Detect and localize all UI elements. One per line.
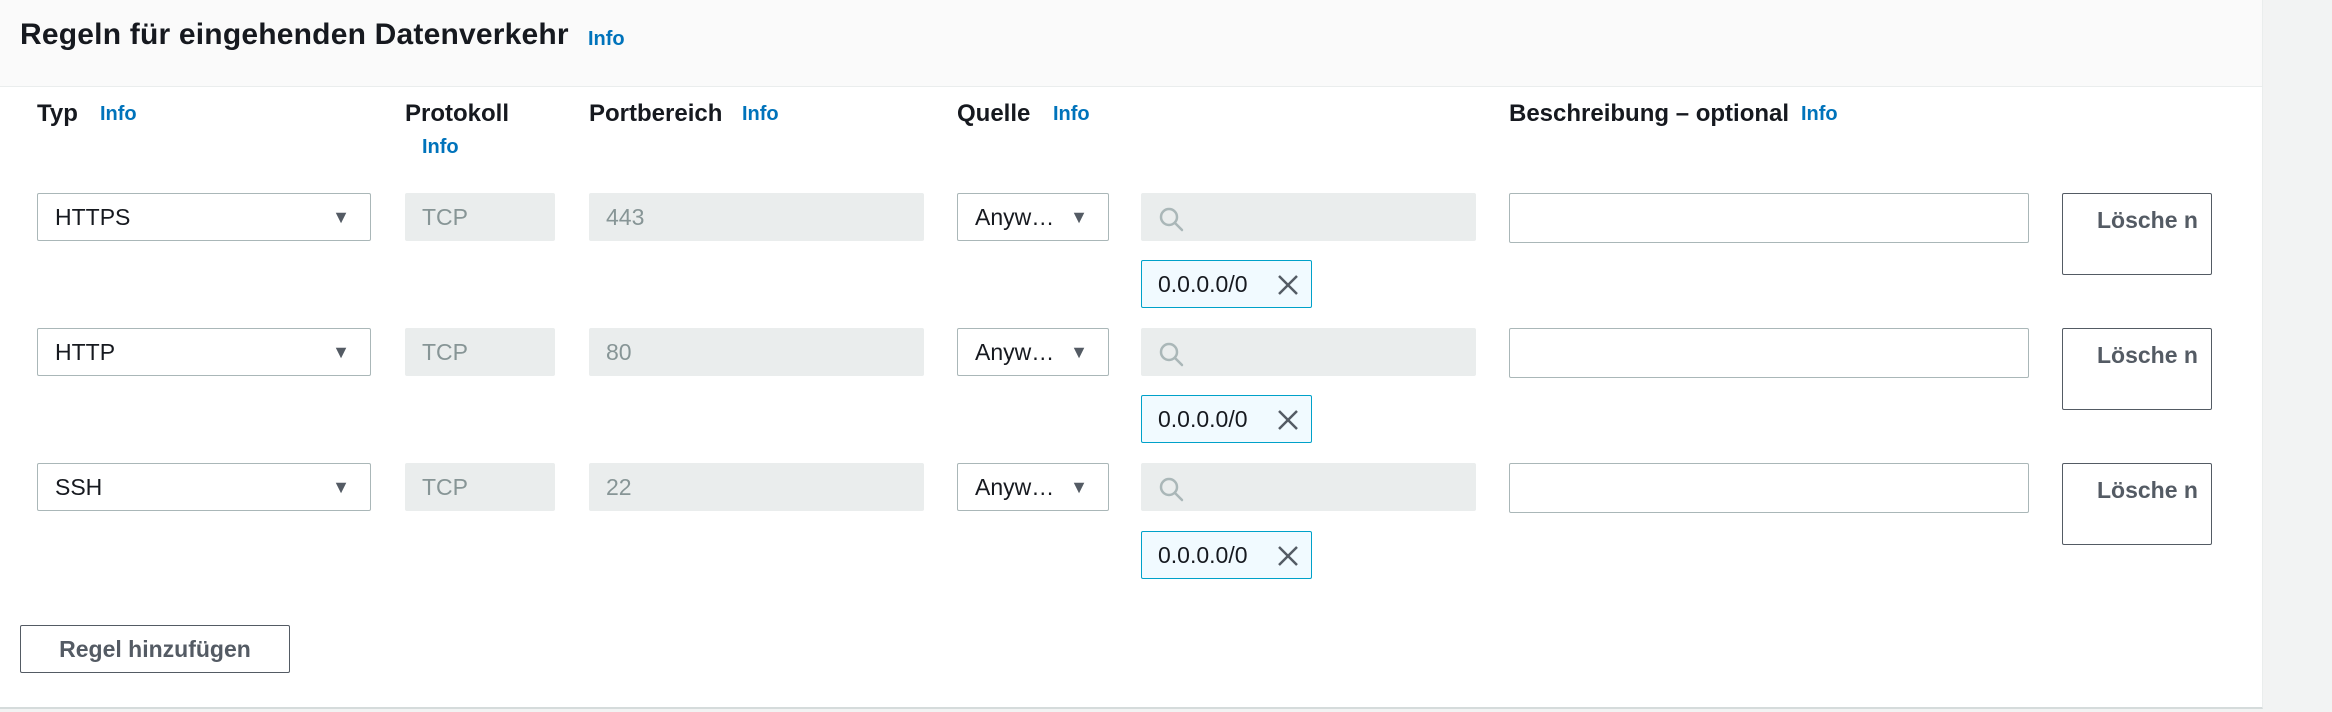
type-select[interactable]: HTTP ▼ [37, 328, 371, 376]
column-header-type: Typ [37, 100, 78, 127]
port-range-field: 80 [589, 328, 924, 376]
add-rule-button[interactable]: Regel hinzufügen [20, 625, 290, 673]
type-select[interactable]: HTTPS ▼ [37, 193, 371, 241]
delete-rule-button[interactable]: Lösche n [2062, 193, 2212, 275]
source-type-select[interactable]: Anyw… ▼ [957, 193, 1109, 241]
protocol-info-link[interactable]: Info [422, 136, 459, 159]
type-select-value: HTTP [55, 339, 116, 365]
close-icon[interactable] [1275, 407, 1301, 433]
title-info-link[interactable]: Info [588, 28, 625, 51]
source-type-select[interactable]: Anyw… ▼ [957, 328, 1109, 376]
source-info-link[interactable]: Info [1053, 103, 1090, 126]
protocol-field: TCP [405, 193, 555, 241]
protocol-field: TCP [405, 463, 555, 511]
protocol-field: TCP [405, 328, 555, 376]
type-info-link[interactable]: Info [100, 103, 137, 126]
close-icon[interactable] [1275, 272, 1301, 298]
port-range-field: 443 [589, 193, 924, 241]
caret-down-icon: ▼ [1070, 477, 1088, 497]
delete-rule-button[interactable]: Lösche n [2062, 463, 2212, 545]
column-header-protocol: Protokoll [405, 100, 510, 127]
port-range-field: 22 [589, 463, 924, 511]
caret-down-icon: ▼ [332, 342, 350, 362]
source-type-value: Anyw… [975, 474, 1055, 500]
cidr-token: 0.0.0.0/0 [1141, 260, 1312, 308]
type-select-value: SSH [55, 474, 103, 500]
description-info-link[interactable]: Info [1801, 103, 1838, 126]
type-select[interactable]: SSH ▼ [37, 463, 371, 511]
source-type-select[interactable]: Anyw… ▼ [957, 463, 1109, 511]
caret-down-icon: ▼ [1070, 342, 1088, 362]
close-icon[interactable] [1275, 543, 1301, 569]
search-icon [1159, 342, 1184, 367]
cidr-token-label: 0.0.0.0/0 [1158, 271, 1248, 297]
cidr-token-label: 0.0.0.0/0 [1158, 406, 1248, 432]
caret-down-icon: ▼ [1070, 207, 1088, 227]
description-input[interactable] [1509, 193, 2029, 243]
caret-down-icon: ▼ [332, 477, 350, 497]
search-icon [1159, 207, 1184, 232]
cidr-token-label: 0.0.0.0/0 [1158, 542, 1248, 568]
source-type-value: Anyw… [975, 339, 1055, 365]
cidr-token: 0.0.0.0/0 [1141, 395, 1312, 443]
column-header-source: Quelle [957, 100, 1031, 127]
type-select-value: HTTPS [55, 204, 131, 230]
description-input[interactable] [1509, 463, 2029, 513]
port-range-info-link[interactable]: Info [742, 103, 779, 126]
column-header-port-range: Portbereich [589, 100, 723, 127]
source-search-input[interactable] [1141, 328, 1476, 376]
inbound-rules-panel: Regeln für eingehenden Datenverkehr Info… [0, 0, 2263, 709]
delete-rule-button[interactable]: Lösche n [2062, 328, 2212, 410]
cidr-token: 0.0.0.0/0 [1141, 531, 1312, 579]
panel-title: Regeln für eingehenden Datenverkehr [20, 18, 569, 51]
source-search-input[interactable] [1141, 463, 1476, 511]
source-search-input[interactable] [1141, 193, 1476, 241]
description-input[interactable] [1509, 328, 2029, 378]
caret-down-icon: ▼ [332, 207, 350, 227]
source-type-value: Anyw… [975, 204, 1055, 230]
search-icon [1159, 477, 1184, 502]
column-header-description: Beschreibung – optional [1509, 100, 1790, 127]
panel-header: Regeln für eingehenden Datenverkehr Info [0, 0, 2262, 87]
